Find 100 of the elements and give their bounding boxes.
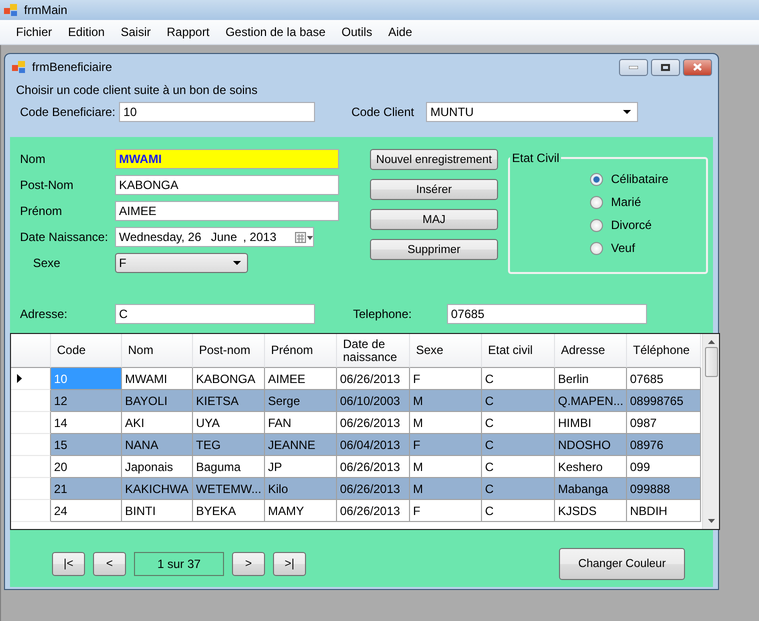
table-cell: MAMY [265,500,337,522]
table-cell: F [410,434,482,456]
column-header[interactable]: Date de naissance [337,334,410,368]
table-cell: 24 [51,500,122,522]
table-cell: AKI [122,412,193,434]
menu-item[interactable]: Rapport [158,25,218,39]
menu-item[interactable]: Saisir [112,25,159,39]
table-cell: M [410,390,482,412]
field-label: Adresse: [20,307,68,321]
date-picker[interactable]: Wednesday, 26 June , 2013 [115,227,314,247]
table-cell: Baguma [193,456,265,478]
column-header[interactable]: Nom [122,334,193,368]
select-field[interactable]: MUNTU [426,102,638,122]
table-cell: C [482,390,555,412]
table-cell: 08976 [627,434,701,456]
select-field[interactable]: F [115,253,248,273]
table-cell: Keshero [555,456,627,478]
table-cell: 0987 [627,412,701,434]
table-cell: 15 [51,434,122,456]
menu-item[interactable]: Fichier [8,25,60,39]
field-label: Date Naissance: [20,230,110,244]
scroll-up-icon[interactable] [708,340,714,344]
table-cell: KJSDS [555,500,627,522]
dropdown-arrow-icon [623,110,632,114]
scrollbar[interactable] [702,334,719,529]
action-button[interactable]: Insérer [370,179,498,200]
table-cell: 20 [51,456,122,478]
table-cell: NBDIH [627,500,701,522]
calendar-icon[interactable] [295,232,313,242]
text-field[interactable]: MWAMI [115,149,339,169]
page-position: 1 sur 37 [134,552,224,576]
radio-option[interactable]: Divorcé [590,217,706,233]
table-cell: C [482,412,555,434]
field-label: Prénom [20,204,64,218]
table-cell: JP [265,456,337,478]
table-cell: BYEKA [193,500,265,522]
table-cell: Berlin [555,368,627,390]
column-header[interactable]: Sexe [410,334,482,368]
column-header[interactable]: Etat civil [482,334,555,368]
table-cell: 10 [51,368,122,390]
table-cell: C [482,456,555,478]
table-cell: BAYOLI [122,390,193,412]
action-button[interactable]: MAJ [370,209,498,230]
table-cell: Kilo [265,478,337,500]
radio-option[interactable]: Veuf [590,240,706,256]
close-button[interactable] [683,58,712,76]
scroll-thumb[interactable] [704,347,718,377]
text-field[interactable]: AIMEE [115,201,339,221]
row-header[interactable] [11,368,51,390]
change-color-button[interactable]: Changer Couleur [559,548,685,580]
table-cell: 099 [627,456,701,478]
menu-item[interactable]: Outils [334,25,380,39]
first-page-button[interactable]: |< [52,552,85,576]
text-field[interactable]: 10 [119,102,316,122]
table-cell: 07685 [627,368,701,390]
corner-header [11,334,51,368]
radio-option[interactable]: Marié [590,194,706,210]
column-header[interactable]: Prénom [265,334,337,368]
table-cell: MWAMI [122,368,193,390]
column-header[interactable]: Adresse [555,334,627,368]
action-button[interactable]: Supprimer [370,239,498,260]
text-field[interactable]: C [115,304,315,324]
table-cell: Japonais [122,456,193,478]
radio-option[interactable]: Célibataire [590,171,706,187]
column-header[interactable]: Post-nom [193,334,265,368]
group-title: Etat Civil [511,151,560,165]
window-title: frmMain [24,3,68,17]
text-field[interactable]: 07685 [447,304,647,324]
hint-text: Choisir un code client suite à un bon de soins [16,83,258,97]
table-cell: 08998765 [627,390,701,412]
app-icon [12,61,26,73]
table-cell: KAKICHWA [122,478,193,500]
column-header[interactable]: Téléphone [627,334,701,368]
field-label: Nom [20,152,46,166]
minimize-button[interactable] [619,58,648,76]
table-cell: M [410,478,482,500]
table-cell: 06/26/2013 [337,412,410,434]
action-button[interactable]: Nouvel enregistrement [370,149,498,170]
table-cell: 14 [51,412,122,434]
maximize-button[interactable] [651,58,680,76]
maximize-icon [661,64,670,70]
last-page-button[interactable]: >| [273,552,306,576]
previous-page-button[interactable]: < [93,552,126,576]
table-cell: NDOSHO [555,434,627,456]
dropdown-arrow-icon [233,261,241,265]
menu-item[interactable]: Gestion de la base [217,25,334,39]
next-page-button[interactable]: > [232,552,265,576]
field-label: Telephone: [353,307,413,321]
table-cell: AIMEE [265,368,337,390]
table-cell: F [410,500,482,522]
table-cell: 12 [51,390,122,412]
text-field[interactable]: KABONGA [115,175,339,195]
window-title: frmBeneficiaire [32,60,112,74]
table-cell: C [482,434,555,456]
table-cell: Serge [265,390,337,412]
scroll-down-icon[interactable] [708,519,714,523]
menu-item[interactable]: Edition [60,25,113,39]
column-header[interactable]: Code [51,334,122,368]
table-cell: BINTI [122,500,193,522]
menu-item[interactable]: Aide [380,25,420,39]
